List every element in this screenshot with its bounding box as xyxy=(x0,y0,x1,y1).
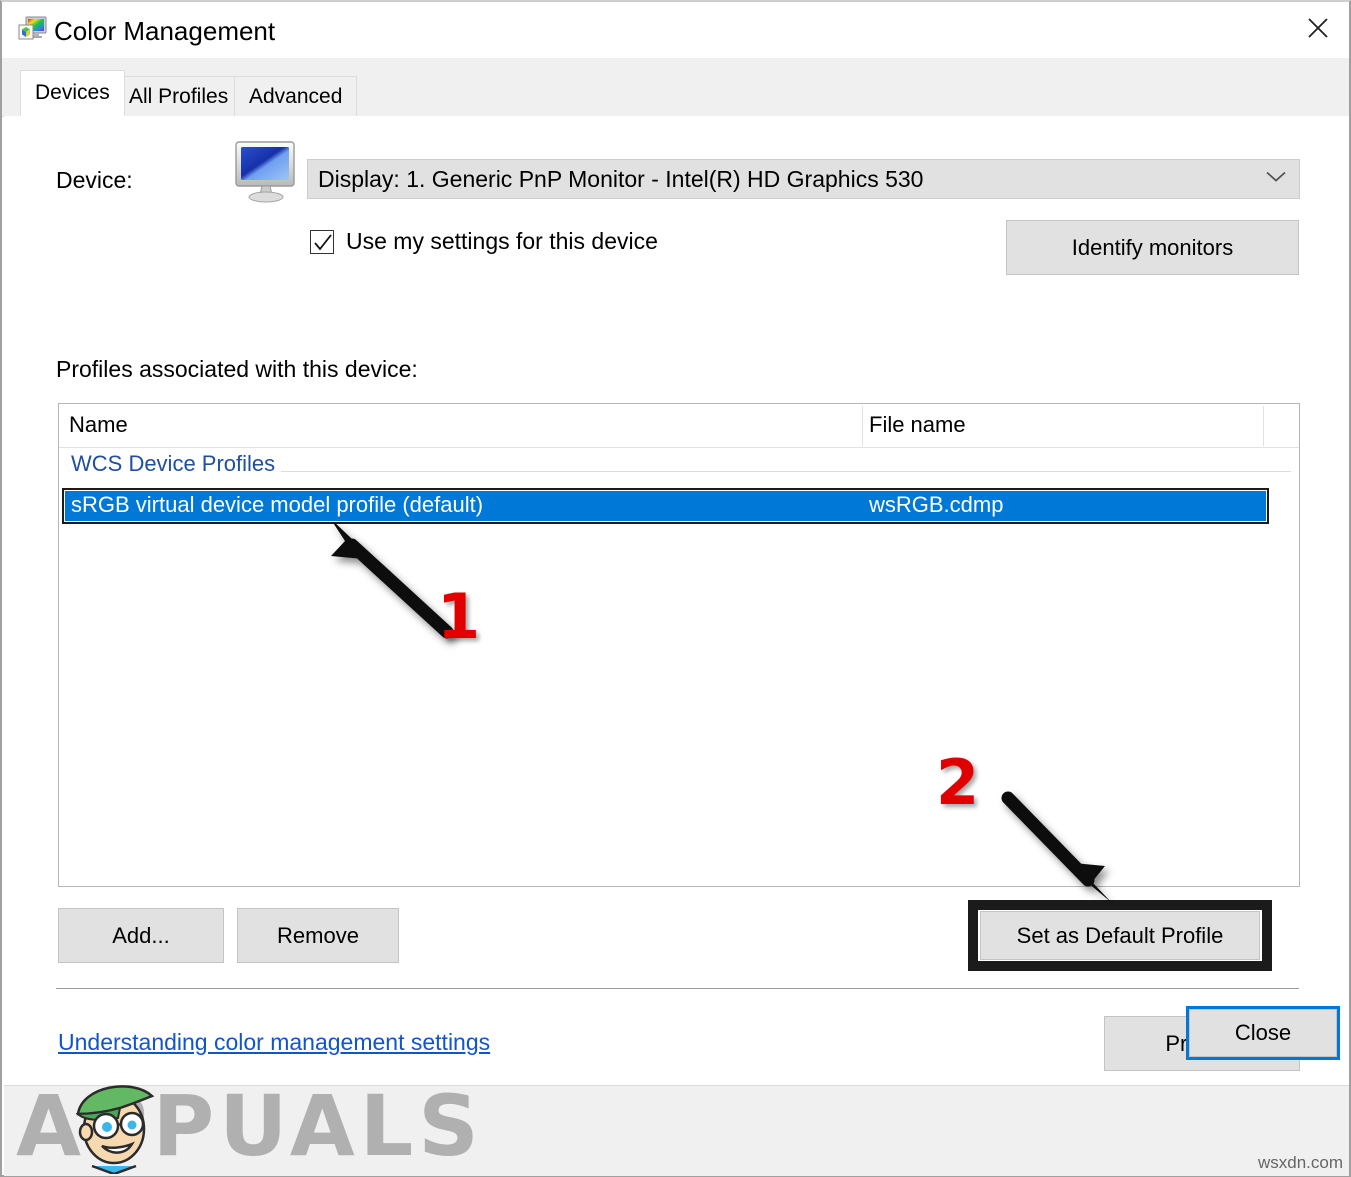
section-divider xyxy=(56,988,1299,989)
checkmark-icon xyxy=(314,233,332,250)
device-label: Device: xyxy=(56,167,133,193)
device-select-value: Display: 1. Generic PnP Monitor - Intel(… xyxy=(318,165,924,192)
color-management-icon xyxy=(18,16,48,44)
color-management-window: Color Management Devices All Profiles Ad… xyxy=(0,0,1351,1177)
remove-button[interactable]: Remove xyxy=(237,908,399,963)
group-label-wcs-device-profiles: WCS Device Profiles xyxy=(71,451,282,477)
profiles-list[interactable]: Name File name WCS Device Profiles sRGB … xyxy=(58,403,1300,887)
identify-monitors-label: Identify monitors xyxy=(1071,234,1234,260)
annotation-number-1-text: 1 xyxy=(437,580,481,653)
tab-label: All Profiles xyxy=(129,84,229,108)
tab-label: Advanced xyxy=(249,84,343,108)
column-divider[interactable] xyxy=(1263,406,1264,446)
tab-all-profiles[interactable]: All Profiles xyxy=(114,76,244,116)
close-button-label: Close xyxy=(1234,1020,1292,1045)
use-my-settings-checkbox[interactable] xyxy=(310,229,334,254)
close-button[interactable]: Close xyxy=(1186,1006,1340,1060)
tab-advanced[interactable]: Advanced xyxy=(234,76,358,116)
use-my-settings-checkbox-row[interactable]: Use my settings for this device xyxy=(310,228,658,255)
close-icon[interactable] xyxy=(1287,2,1349,54)
title-bar: Color Management xyxy=(2,2,1349,58)
annotation-number-1: 1 xyxy=(437,586,480,648)
site-credit: wsxdn.com xyxy=(1257,1153,1343,1172)
use-my-settings-label: Use my settings for this device xyxy=(346,228,658,254)
chevron-down-icon xyxy=(1265,170,1287,189)
understanding-color-management-link[interactable]: Understanding color management settings xyxy=(58,1029,490,1056)
profiles-group-header: WCS Device Profiles xyxy=(59,449,1299,485)
set-as-default-profile-label: Set as Default Profile xyxy=(1016,922,1224,948)
window-title: Color Management xyxy=(54,16,276,46)
remove-button-label: Remove xyxy=(277,922,359,948)
table-row[interactable]: sRGB virtual device model profile (defau… xyxy=(64,490,1267,522)
profile-name-cell: sRGB virtual device model profile (defau… xyxy=(71,492,484,517)
annotation-number-2: 2 xyxy=(936,752,979,814)
annotation-number-2-text: 2 xyxy=(936,746,980,819)
dialog-footer xyxy=(4,1085,1349,1176)
column-divider[interactable] xyxy=(862,406,863,446)
profiles-list-header: Name File name xyxy=(59,404,1299,448)
monitor-icon xyxy=(234,140,304,204)
tab-strip: Devices All Profiles Advanced xyxy=(2,58,1349,117)
add-button-label: Add... xyxy=(112,922,170,948)
profiles-heading: Profiles associated with this device: xyxy=(56,356,418,382)
tab-devices[interactable]: Devices xyxy=(20,70,125,116)
profile-file-name-cell: wsRGB.cdmp xyxy=(869,492,1004,517)
devices-tab-panel: Device: Display: 1. Generic PnP Monitor … xyxy=(4,116,1349,1175)
device-select[interactable]: Display: 1. Generic PnP Monitor - Intel(… xyxy=(307,159,1300,199)
set-as-default-profile-button[interactable]: Set as Default Profile xyxy=(980,911,1260,960)
add-button[interactable]: Add... xyxy=(58,908,224,963)
column-header-file-name[interactable]: File name xyxy=(869,412,966,438)
tab-label: Devices xyxy=(35,81,110,104)
column-header-name[interactable]: Name xyxy=(69,412,128,438)
identify-monitors-button[interactable]: Identify monitors xyxy=(1006,220,1299,275)
